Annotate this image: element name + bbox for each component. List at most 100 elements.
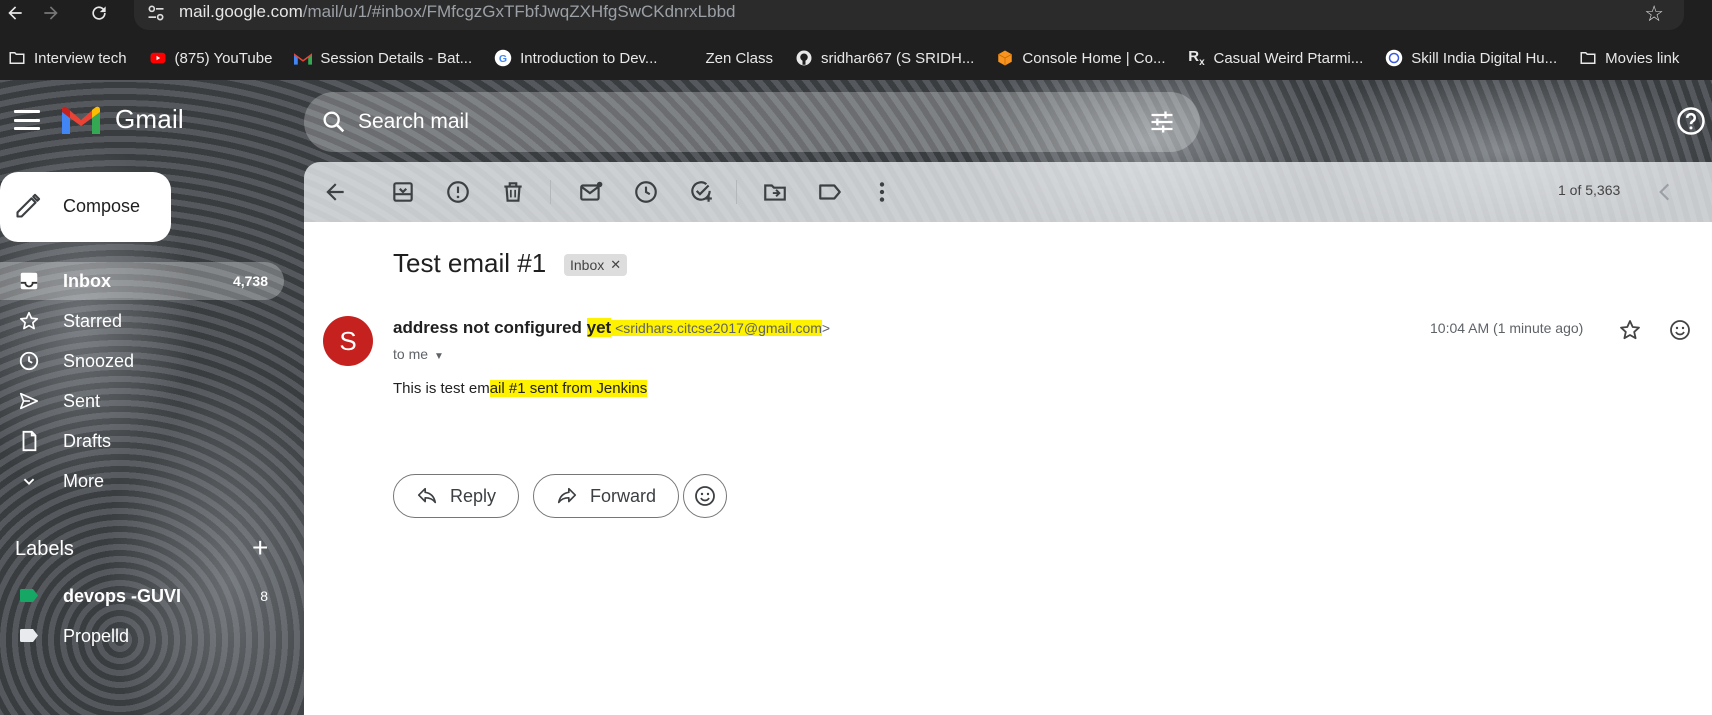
search-input[interactable]: Search mail (358, 110, 469, 134)
add-to-tasks-icon[interactable] (688, 179, 714, 205)
bookmark-item[interactable]: Movies link (1571, 43, 1687, 73)
snooze-icon[interactable] (633, 179, 659, 205)
pagination-count: 1 of 5,363 (1558, 182, 1621, 198)
sidebar-item-label: Drafts (63, 430, 112, 451)
bookmark-item[interactable]: Skill India Digital Hu... (1377, 43, 1565, 73)
bookmark-item[interactable]: sridhar667 (S SRIDH... (787, 43, 982, 73)
search-bar[interactable]: Search mail (304, 92, 1200, 152)
bookmark-label: (875) YouTube (174, 49, 273, 67)
bookmark-item[interactable]: Console Home | Co... (988, 43, 1173, 73)
bookmark-item[interactable]: Zen Class (671, 43, 781, 73)
gmail-wordmark: Gmail (115, 104, 184, 134)
message-view: Test email #1 Inbox ✕ S address not conf… (304, 222, 1712, 715)
sender-email: <sridhars.citcse2017@gmail.com (611, 320, 822, 336)
label-item[interactable]: Propelld (0, 618, 284, 654)
search-options-icon[interactable] (1148, 108, 1176, 136)
star-icon[interactable] (1618, 318, 1642, 342)
remove-label-icon[interactable]: ✕ (610, 257, 621, 273)
reply-label: Reply (450, 485, 497, 506)
recipient-details[interactable]: to me ▼ (393, 346, 444, 362)
back-to-inbox-icon[interactable] (322, 179, 348, 205)
bookmark-item[interactable]: (875) YouTube (141, 43, 281, 73)
older-chevron-icon[interactable] (1704, 179, 1712, 205)
smiley-icon (695, 486, 715, 506)
move-to-icon[interactable] (762, 179, 788, 205)
forward-button[interactable]: Forward (533, 474, 680, 518)
bookmark-item[interactable]: G Introduction to Dev... (486, 43, 665, 73)
rx-icon: Rx (1188, 48, 1205, 68)
clock-icon (18, 350, 40, 372)
compose-button[interactable]: Compose (0, 172, 171, 242)
main-menu-icon[interactable] (14, 110, 40, 130)
bookmark-label: sridhar667 (S SRIDH... (820, 49, 975, 67)
bookmark-label: Movies link (1605, 49, 1680, 67)
label-tag-icon (20, 629, 38, 642)
archive-icon[interactable] (390, 179, 416, 205)
sidebar-item-more[interactable]: More (0, 462, 284, 500)
bookmark-item[interactable]: Interview tech (0, 43, 135, 73)
label-item[interactable]: devops -GUVI 8 (0, 578, 284, 614)
url-path: /mail/u/1/#inbox/FMfcgzGxTFbfJwqZXHfgSwC… (302, 2, 736, 21)
report-spam-icon[interactable] (445, 179, 471, 205)
gmail-logo-icon[interactable] (62, 106, 100, 134)
sidebar-item-starred[interactable]: Starred (0, 302, 284, 340)
bookmark-label: Zen Class (705, 49, 773, 67)
address-bar[interactable]: mail.google.com/mail/u/1/#inbox/FMfcgzGx… (134, 0, 1684, 30)
help-icon[interactable] (1676, 106, 1706, 136)
blank-icon (679, 49, 697, 67)
forward-icon (557, 487, 577, 504)
bookmark-item[interactable]: Rx Casual Weird Ptarmi... (1179, 43, 1371, 73)
back-arrow-icon[interactable] (0, 0, 30, 26)
bookmark-label: Skill India Digital Hu... (1411, 49, 1558, 67)
newer-chevron-icon[interactable] (1652, 179, 1678, 205)
sidebar-item-label: Inbox (63, 270, 111, 291)
site-settings-icon[interactable] (146, 3, 166, 23)
sidebar-item-inbox[interactable]: Inbox 4,738 (0, 262, 284, 300)
sidebar-item-label: Starred (63, 310, 123, 331)
sidebar-item-label: Snoozed (63, 350, 135, 371)
add-reaction-icon[interactable] (1668, 318, 1692, 342)
youtube-icon (149, 49, 167, 67)
caret-down-icon[interactable]: ▼ (434, 351, 444, 362)
body-text-plain: This is test em (393, 380, 490, 397)
mark-unread-icon[interactable] (578, 179, 604, 205)
more-options-icon[interactable] (869, 179, 895, 205)
toolbar-divider (550, 180, 551, 204)
url-host: mail.google.com (179, 2, 303, 21)
sender-line: address not configured yet <sridhars.cit… (393, 318, 830, 338)
folder-icon (8, 49, 26, 67)
create-label-icon[interactable]: + (252, 532, 268, 564)
google-icon: G (494, 49, 512, 67)
reply-button[interactable]: Reply (393, 474, 520, 518)
bookmark-star-icon[interactable]: ☆ (1644, 1, 1664, 27)
toolbar-divider (736, 180, 737, 204)
emoji-reaction-button[interactable] (683, 474, 727, 518)
reload-icon[interactable] (84, 0, 114, 26)
label-icon[interactable] (817, 179, 843, 205)
forward-label: Forward (590, 485, 657, 506)
bookmark-label: Console Home | Co... (1022, 49, 1166, 67)
search-icon[interactable] (320, 108, 348, 136)
chip-label: Inbox (570, 257, 605, 273)
sender-email-end: > (821, 320, 831, 336)
folder-icon (1579, 49, 1597, 67)
body-text-highlighted: ail #1 sent from Jenkins (489, 380, 648, 397)
email-body: This is test email #1 sent from Jenkins (393, 380, 648, 397)
sidebar-item-label: Sent (63, 390, 101, 411)
bookmark-item[interactable]: Session Details - Bat... (286, 43, 480, 73)
sidebar-item-label: More (63, 470, 105, 491)
star-icon (18, 310, 40, 332)
bookmark-label: Casual Weird Ptarmi... (1213, 49, 1364, 67)
aws-cube-icon (996, 49, 1014, 67)
inbox-icon (18, 270, 40, 292)
sidebar-item-sent[interactable]: Sent (0, 382, 284, 420)
forward-arrow-icon[interactable] (36, 0, 66, 26)
delete-icon[interactable] (500, 179, 526, 205)
to-me-label: to me (393, 346, 429, 362)
compose-label: Compose (63, 196, 141, 216)
sender-name-highlighted: yet (586, 318, 612, 337)
sidebar-item-drafts[interactable]: Drafts (0, 422, 284, 460)
browser-toolbar: mail.google.com/mail/u/1/#inbox/FMfcgzGx… (0, 0, 1712, 36)
sender-avatar[interactable]: S (323, 316, 373, 366)
sidebar-item-snoozed[interactable]: Snoozed (0, 342, 284, 380)
